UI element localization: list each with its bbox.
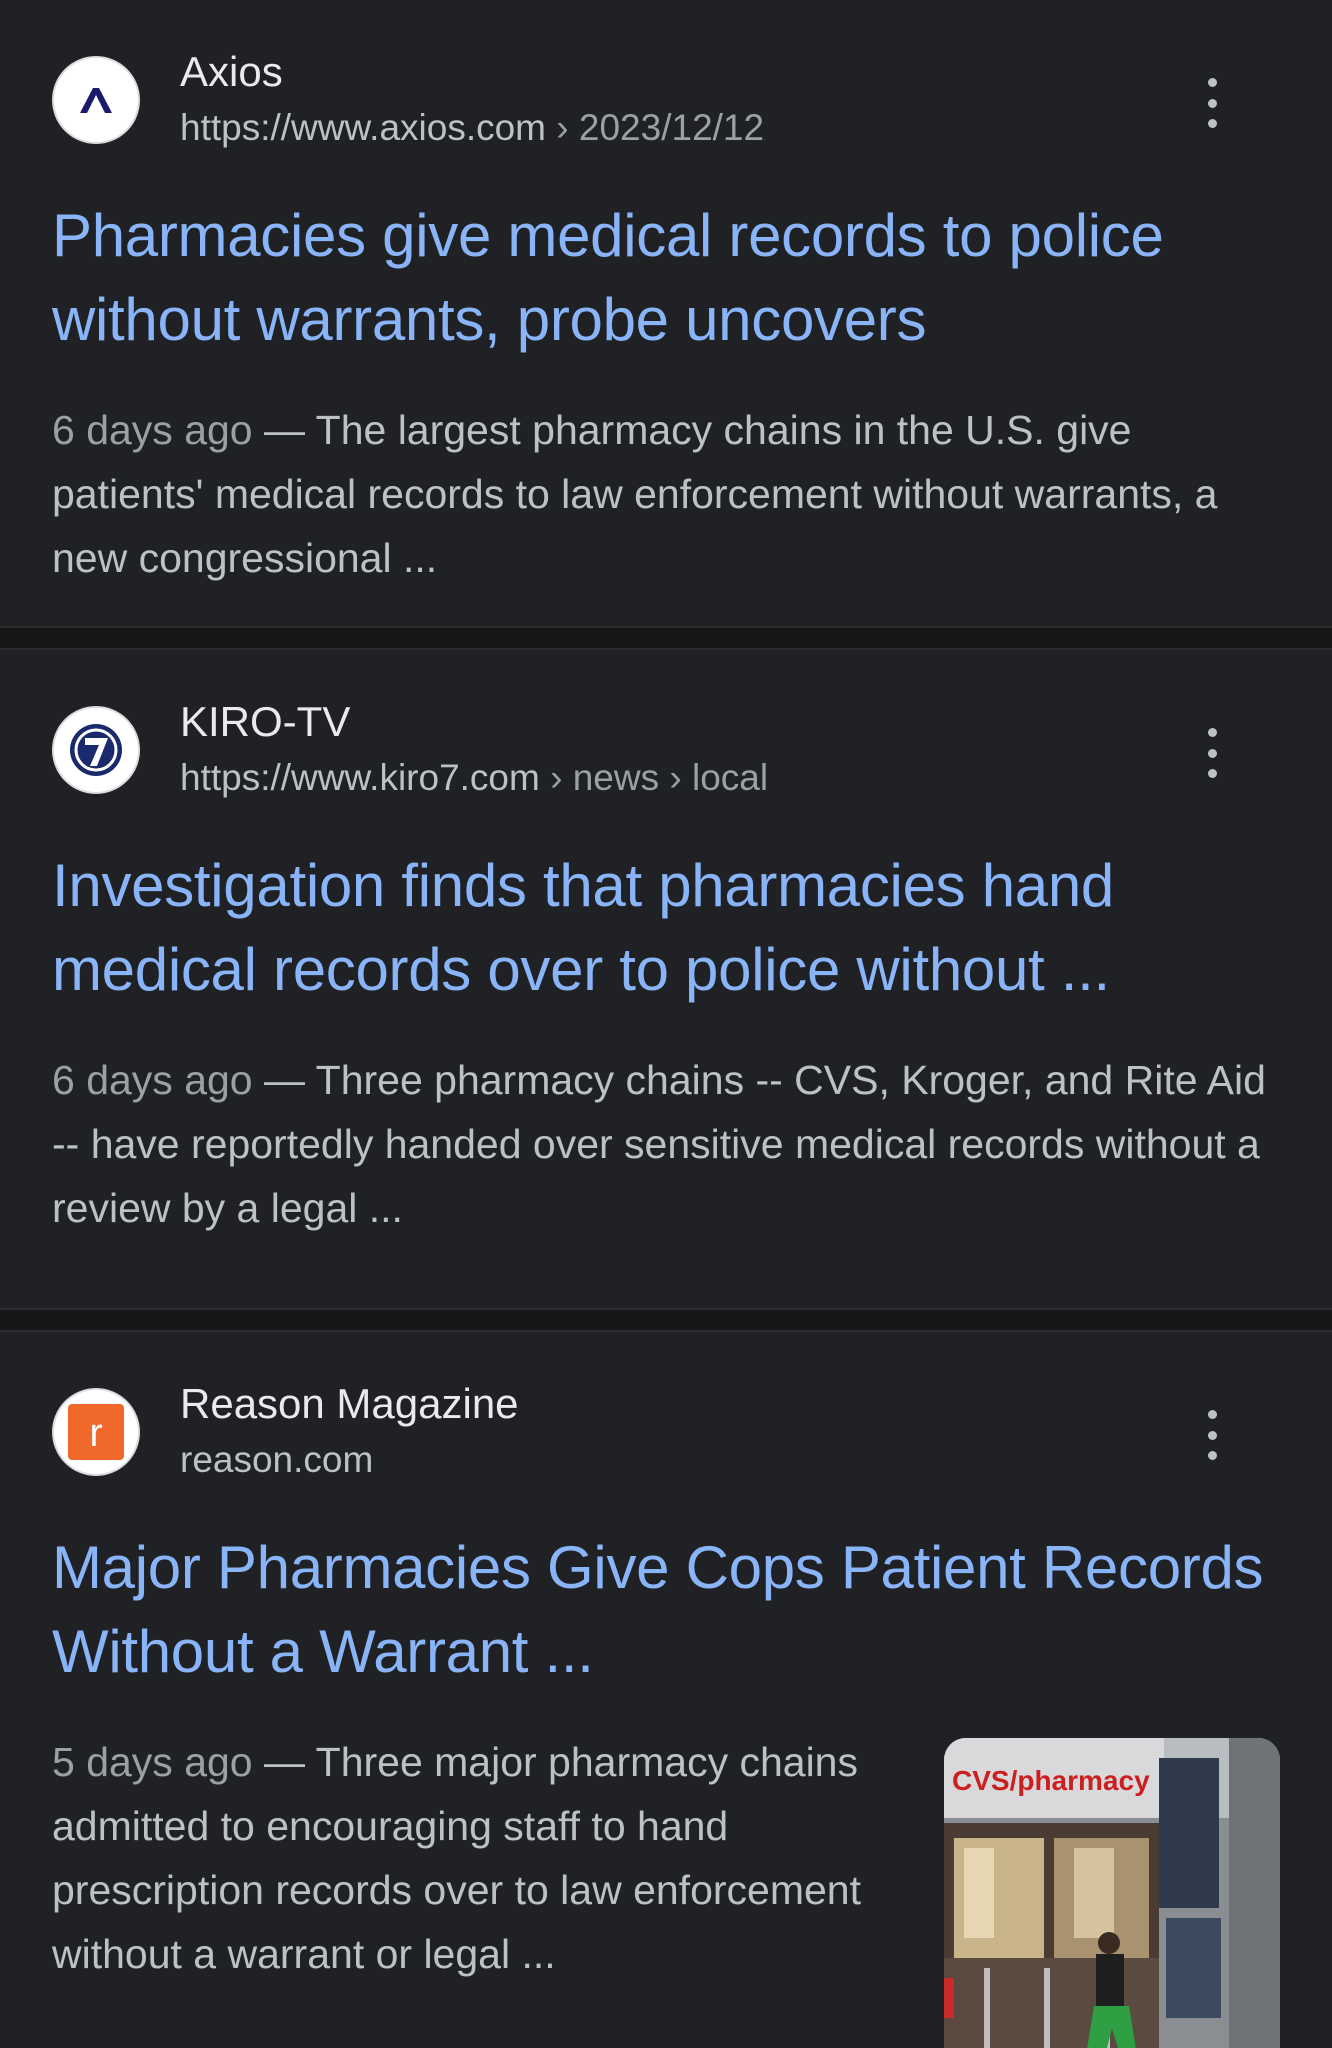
svg-text:r: r <box>89 1411 102 1455</box>
source-info: KIRO-TV https://www.kiro7.com › news › l… <box>180 694 768 806</box>
result-date: 6 days ago <box>52 407 253 453</box>
url-base: reason.com <box>180 1439 374 1480</box>
search-results-feed: Axios https://www.axios.com › 2023/12/12… <box>0 0 1332 2048</box>
result-divider <box>0 626 1332 650</box>
result-date: 6 days ago <box>52 1057 253 1103</box>
url-base: https://www.axios.com <box>180 107 547 148</box>
url-path: › news › local <box>539 757 769 798</box>
axios-logo-icon <box>52 56 140 144</box>
result-title-link[interactable]: Major Pharmacies Give Cops Patient Recor… <box>52 1526 1280 1694</box>
result-snippet: 6 days ago — Three pharmacy chains -- CV… <box>52 1048 1280 1240</box>
source-name: KIRO-TV <box>180 698 351 745</box>
more-vert-icon[interactable] <box>1194 1410 1230 1460</box>
thumbnail-store-sign: CVS/pharmacy <box>952 1765 1150 1796</box>
result-title-link[interactable]: Investigation finds that pharmacies hand… <box>52 844 1280 1012</box>
url-path: › 2023/12/12 <box>546 107 765 148</box>
source-name: Reason Magazine <box>180 1380 519 1427</box>
result-snippet: 5 days ago — Three major pharmacy chains… <box>52 1730 892 1986</box>
result-divider <box>0 1308 1332 1332</box>
source-row[interactable]: Axios https://www.axios.com › 2023/12/12 <box>52 0 1280 150</box>
search-result-card: r Reason Magazine reason.com Major Pharm… <box>0 1332 1332 2048</box>
kiro7-logo-icon <box>52 706 140 794</box>
source-row[interactable]: r Reason Magazine reason.com <box>52 1332 1280 1482</box>
result-thumbnail[interactable]: CVS/pharmacy <box>944 1738 1280 2048</box>
more-vert-icon[interactable] <box>1194 728 1230 778</box>
source-info: Axios https://www.axios.com › 2023/12/12 <box>180 44 764 156</box>
source-name: Axios <box>180 48 283 95</box>
source-url: reason.com <box>180 1432 519 1488</box>
source-url: https://www.axios.com › 2023/12/12 <box>180 100 764 156</box>
reason-logo-icon: r <box>52 1388 140 1476</box>
source-info: Reason Magazine reason.com <box>180 1376 519 1488</box>
search-result-card: KIRO-TV https://www.kiro7.com › news › l… <box>0 650 1332 1308</box>
result-snippet: 6 days ago — The largest pharmacy chains… <box>52 398 1280 590</box>
source-row[interactable]: KIRO-TV https://www.kiro7.com › news › l… <box>52 650 1280 800</box>
more-vert-icon[interactable] <box>1194 78 1230 128</box>
source-url: https://www.kiro7.com › news › local <box>180 750 768 806</box>
search-result-card: Axios https://www.axios.com › 2023/12/12… <box>0 0 1332 626</box>
result-date: 5 days ago <box>52 1739 253 1785</box>
url-base: https://www.kiro7.com <box>180 757 540 798</box>
snippet-with-thumbnail: 5 days ago — Three major pharmacy chains… <box>52 1694 1280 2048</box>
result-title-link[interactable]: Pharmacies give medical records to polic… <box>52 194 1280 362</box>
